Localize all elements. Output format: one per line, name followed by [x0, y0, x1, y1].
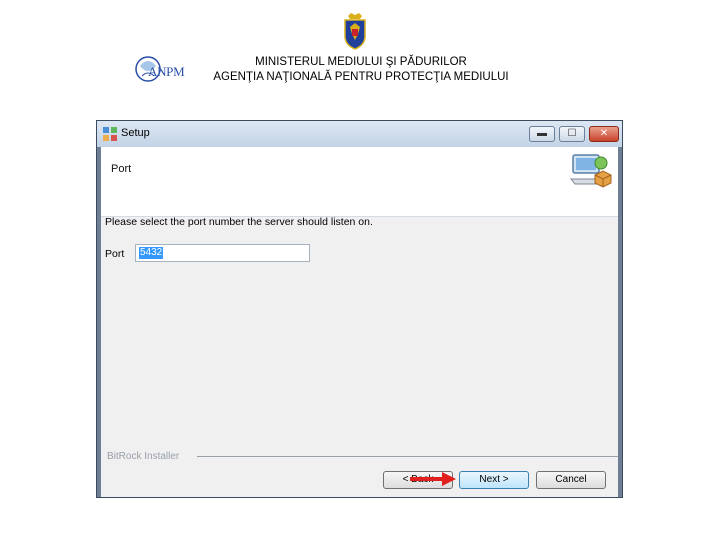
setup-window: Setup ▬ ☐ ✕ Port Please select the port …	[96, 120, 623, 498]
port-prompt-text: Please select the port number the server…	[105, 216, 373, 228]
installer-brand-label: BitRock Installer	[107, 451, 180, 462]
window-titlebar[interactable]: Setup ▬ ☐ ✕	[97, 121, 622, 147]
anpm-logo-text: ANPM	[148, 64, 185, 79]
footer-divider	[197, 456, 618, 457]
slide-header: MINISTERUL MEDIULUI ŞI PĂDURILOR AGENŢIA…	[196, 55, 526, 85]
setup-window-icon	[103, 127, 117, 141]
anpm-logo: ANPM	[134, 52, 196, 86]
maximize-button[interactable]: ☐	[559, 126, 585, 142]
close-button[interactable]: ✕	[589, 126, 619, 142]
cancel-button[interactable]: Cancel	[536, 471, 606, 489]
ministry-title: MINISTERUL MEDIULUI ŞI PĂDURILOR	[255, 56, 467, 68]
next-button[interactable]: Next >	[459, 471, 529, 489]
installer-computer-icon	[569, 154, 612, 188]
window-title: Setup	[121, 127, 150, 139]
minimize-button[interactable]: ▬	[529, 126, 555, 142]
agency-title: AGENŢIA NAŢIONALĂ PENTRU PROTECŢIA MEDIU…	[213, 71, 509, 83]
page-title: Port	[111, 163, 132, 175]
red-arrow-icon	[410, 472, 456, 486]
port-input[interactable]: 5432	[135, 244, 310, 262]
romania-coat-of-arms-icon	[344, 13, 366, 50]
port-input-value: 5432	[139, 247, 164, 259]
wizard-header-panel: Port	[101, 147, 618, 217]
port-label: Port	[105, 248, 125, 260]
